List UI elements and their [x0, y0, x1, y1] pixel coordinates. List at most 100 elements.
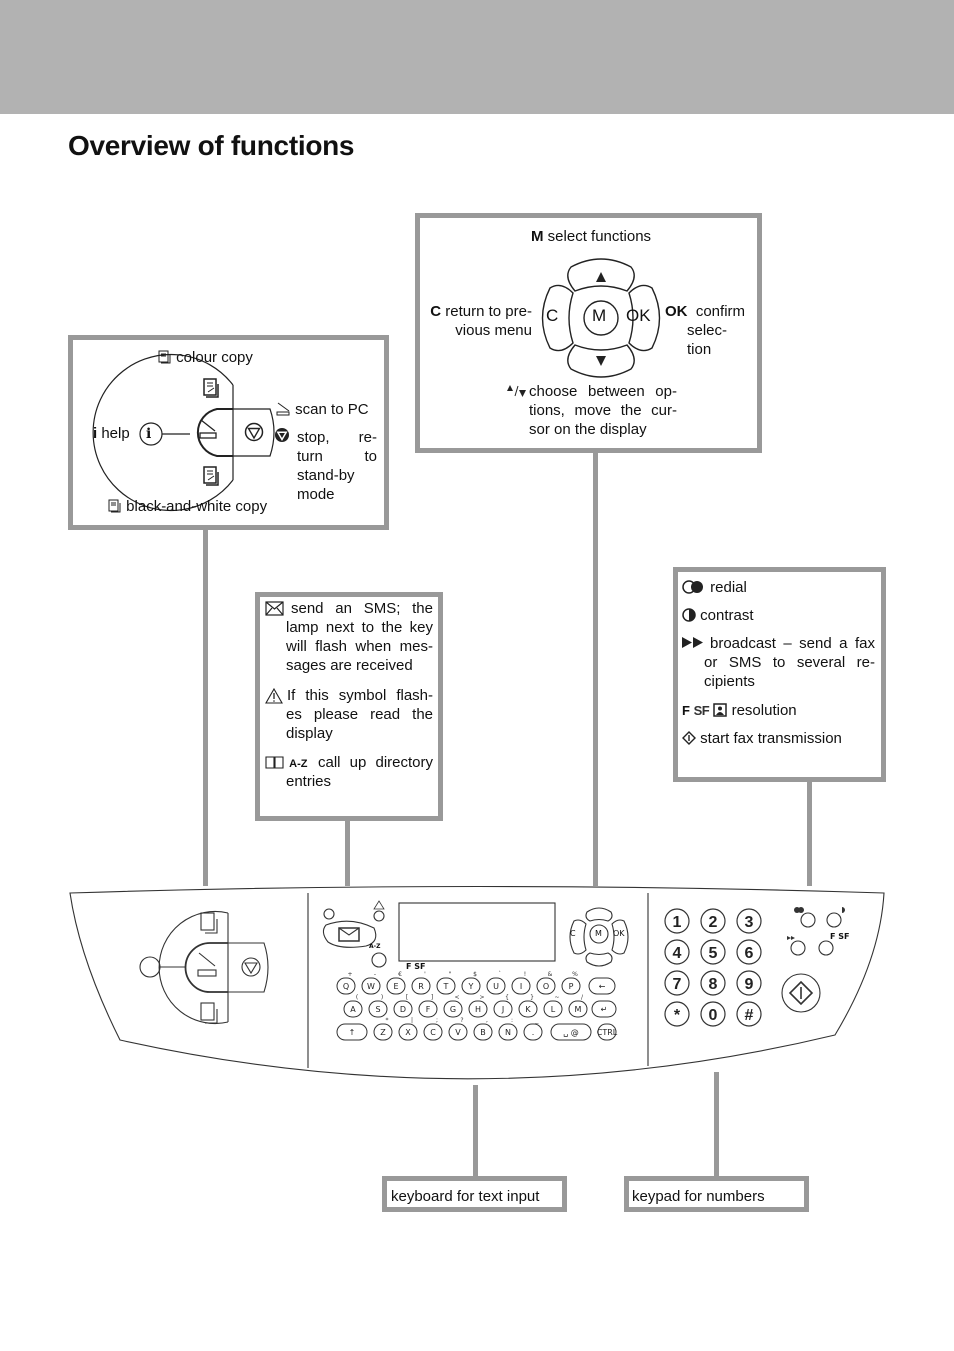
key-h[interactable]: H>	[468, 994, 488, 1018]
key-d-label: D	[400, 1005, 406, 1014]
superfine-icon: SF	[693, 703, 710, 718]
nav-m-glyph: M	[592, 306, 607, 325]
keypad-key-7[interactable]: 8	[700, 970, 726, 996]
key-row3-3-alt: ?	[460, 1017, 463, 1024]
key-row3-1[interactable]: X|	[398, 1017, 418, 1041]
key-p[interactable]: P%	[561, 971, 581, 995]
keypad-key-0[interactable]: 1	[664, 908, 690, 934]
broadcast-label-cont: or SMS to several re- cipients	[704, 654, 875, 690]
book-icon	[265, 756, 284, 769]
keypad-key-9[interactable]: *	[664, 1001, 690, 1027]
key-o[interactable]: O&	[536, 971, 556, 995]
key-ctrl[interactable]: CTRL	[597, 1023, 618, 1041]
key-row3-6[interactable]: ._	[523, 1017, 543, 1041]
key-k-label: K	[525, 1005, 531, 1014]
keypad-key-8[interactable]: 9	[736, 970, 762, 996]
key-a-alt: (	[356, 994, 358, 1001]
connector-keypad	[714, 1072, 719, 1178]
key-row3-5[interactable]: N:	[498, 1017, 518, 1041]
connector-copy	[203, 528, 208, 886]
key-m[interactable]: M/	[568, 994, 588, 1018]
key-row3-3-label: V	[455, 1028, 461, 1037]
directory-label: A-Z	[265, 753, 308, 774]
key-u[interactable]: U`	[486, 971, 506, 995]
key-k-alt: }	[530, 994, 534, 1001]
key-row3-4[interactable]: B,	[473, 1017, 493, 1041]
help-key-glyph: i	[146, 426, 152, 442]
keypad-key-label: 2	[709, 914, 718, 931]
c-label: C return to pre- vious menu	[430, 303, 532, 339]
key-e-label: E	[393, 982, 398, 991]
keypad-key-label: 1	[673, 914, 682, 931]
key-e[interactable]: E€	[386, 971, 406, 995]
key-row3-2-label: C	[430, 1028, 436, 1037]
key-s[interactable]: S)	[368, 994, 388, 1018]
contrast-label: contrast	[682, 606, 754, 625]
photo-icon	[713, 703, 728, 717]
redial-label: redial	[682, 578, 747, 597]
key-r[interactable]: R'	[411, 971, 431, 995]
bw-copy-icon	[108, 499, 121, 513]
keypad-key-label: 9	[745, 976, 754, 993]
panel-nav-c[interactable]: C	[570, 929, 576, 938]
key-row3-0[interactable]: Z*	[373, 1017, 393, 1041]
keypad-label-box: keypad for numbers	[624, 1176, 809, 1212]
message-functions-box: send an SMS; the lamp next to the key wi…	[255, 592, 443, 821]
key-row3-0-alt: *	[386, 1017, 389, 1024]
panel-nav-m[interactable]: M	[595, 929, 602, 938]
keypad-key-10[interactable]: 0	[700, 1001, 726, 1027]
key-d[interactable]: D[	[393, 994, 413, 1018]
key-w[interactable]: W-	[361, 971, 381, 995]
keypad-key-3[interactable]: 4	[664, 939, 690, 965]
key-q[interactable]: Q+	[336, 971, 356, 995]
key-k[interactable]: K}	[518, 994, 538, 1018]
bw-copy-key-icon	[203, 466, 219, 486]
key-enter[interactable]: ↵	[591, 1000, 617, 1018]
start-icon	[682, 731, 696, 745]
up-down-arrows-icon	[507, 385, 526, 397]
key-backspace-label: ←	[599, 982, 606, 991]
key-backspace[interactable]: ←	[588, 977, 616, 995]
broadcast-icon	[682, 637, 703, 648]
key-row3-6-label: .	[532, 1028, 535, 1037]
keyboard-keys[interactable]: Q+W-E€R'T"Y$U`I!O&P%←A(S)D[F]G<H>J{K}L~M…	[336, 971, 618, 1041]
key-t-alt: "	[449, 971, 452, 978]
keypad-key-5[interactable]: 6	[736, 939, 762, 965]
key-space[interactable]: ␣ @	[550, 1023, 592, 1041]
broadcast-label: broadcast – send a fax	[710, 635, 875, 652]
keypad-key-6[interactable]: 7	[664, 970, 690, 996]
key-j[interactable]: J{	[493, 994, 513, 1018]
key-g[interactable]: G<	[443, 994, 463, 1018]
sms-label: send an SMS; the	[291, 600, 433, 617]
key-shift-label: ↑	[349, 1028, 356, 1037]
panel-nav-ok[interactable]: OK	[613, 929, 625, 938]
key-i[interactable]: I!	[511, 971, 531, 995]
key-w-alt: -	[374, 971, 376, 978]
envelope-icon	[265, 601, 284, 616]
key-t[interactable]: T"	[436, 971, 456, 995]
key-a[interactable]: A(	[343, 994, 363, 1018]
key-u-label: U	[493, 982, 499, 991]
stop-label: stop, re- turn to stand-by mode	[297, 429, 377, 503]
fax-functions-box: redial contrast broadcast – send a fax o…	[673, 567, 886, 782]
key-l[interactable]: L~	[543, 994, 563, 1018]
keypad-key-1[interactable]: 2	[700, 908, 726, 934]
fine-icon: F	[682, 703, 690, 718]
ok-label: OK confirm selec- tion	[665, 303, 746, 358]
keypad-key-label: #	[745, 1007, 754, 1024]
key-row3-2[interactable]: C;	[423, 1017, 443, 1041]
keypad-key-11[interactable]: #	[736, 1001, 762, 1027]
key-o-alt: &	[548, 971, 553, 978]
key-p-alt: %	[572, 971, 578, 978]
key-f-alt: ]	[431, 994, 433, 1001]
keypad-keys[interactable]: 1 2 3 4 5 6 7 8 9 * 0 #	[664, 908, 762, 1027]
keypad-key-2[interactable]: 3	[736, 908, 762, 934]
keypad-key-4[interactable]: 5	[700, 939, 726, 965]
key-r-label: R	[418, 982, 424, 991]
key-shift[interactable]: ↑	[336, 1023, 368, 1041]
key-f[interactable]: F]	[418, 994, 438, 1018]
key-y[interactable]: Y$	[461, 971, 481, 995]
key-row3-3[interactable]: V?	[448, 1017, 468, 1041]
keypad-key-label: 4	[673, 945, 682, 962]
key-s-alt: )	[381, 994, 383, 1001]
